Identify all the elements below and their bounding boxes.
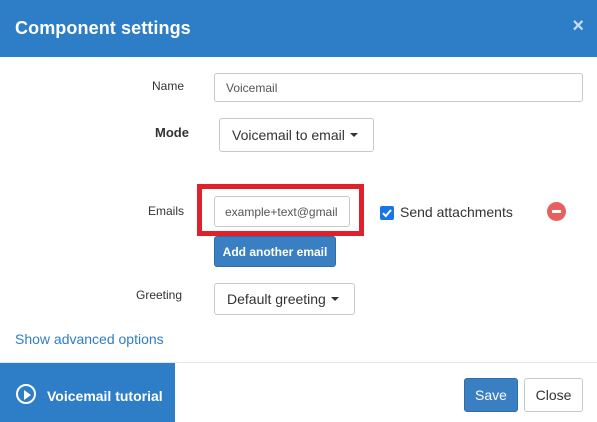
- close-icon[interactable]: ×: [572, 16, 584, 36]
- send-attachments-label: Send attachments: [400, 204, 513, 220]
- name-label: Name: [152, 79, 185, 93]
- remove-circle-icon[interactable]: [547, 202, 566, 221]
- add-another-email-button[interactable]: Add another email: [214, 236, 336, 267]
- voicemail-tutorial-label: Voicemail tutorial: [47, 388, 163, 404]
- caret-down-icon: [349, 133, 358, 137]
- show-advanced-options-link[interactable]: Show advanced options: [15, 331, 164, 347]
- mode-label: Mode: [155, 125, 189, 140]
- mode-dropdown-value: Voicemail to email: [232, 127, 345, 143]
- greeting-label: Greeting: [136, 288, 183, 302]
- name-input[interactable]: [214, 73, 583, 102]
- voicemail-tutorial-button[interactable]: Voicemail tutorial: [0, 363, 175, 422]
- greeting-dropdown[interactable]: Default greeting: [214, 283, 355, 315]
- play-circle-icon: [16, 384, 36, 404]
- email-input[interactable]: [214, 196, 350, 227]
- dialog-title: Component settings: [15, 18, 191, 38]
- close-button[interactable]: Close: [524, 378, 583, 412]
- send-attachments-checkbox[interactable]: [380, 206, 394, 220]
- caret-down-icon: [330, 297, 339, 301]
- greeting-dropdown-value: Default greeting: [227, 291, 326, 307]
- checkmark-icon: [382, 209, 392, 218]
- mode-dropdown[interactable]: Voicemail to email: [219, 118, 374, 152]
- save-button[interactable]: Save: [464, 378, 518, 412]
- emails-label: Emails: [148, 204, 185, 218]
- dialog-header: Component settings ×: [0, 0, 597, 57]
